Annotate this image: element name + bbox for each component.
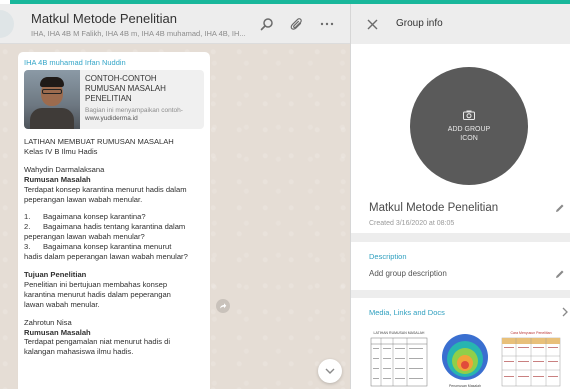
description-label: Description — [369, 252, 407, 261]
add-description-field[interactable]: Add group description — [369, 269, 447, 278]
message-line: hadis dalam peperangan lawan wabah menul… — [24, 252, 188, 262]
message-heading-line: Tujuan Penelitian — [24, 269, 87, 279]
add-group-icon-button[interactable]: ADD GROUP ICON — [410, 67, 528, 185]
message-line: 2. Bagaimana hadis tentang karantina dal… — [24, 222, 186, 232]
message-bubble[interactable]: IHA 4B muhamad Irfan Nuddin CONTOH-CONTO… — [18, 52, 210, 389]
link-preview[interactable]: CONTOH-CONTOH RUMUSAN MASALAH PENELITIAN… — [24, 70, 204, 129]
media-links-docs-label[interactable]: Media, Links and Docs — [369, 308, 445, 317]
group-info-title: Group info — [396, 18, 443, 29]
message-heading-line: Rumusan Masalah — [24, 327, 91, 337]
scroll-down-button[interactable] — [318, 359, 342, 383]
attach-icon[interactable] — [288, 15, 306, 33]
group-created-date: Created 3/16/2020 at 08:05 — [369, 220, 455, 227]
chat-pane: Matkul Metode Penelitian IHA, IHA 4B M F… — [0, 4, 350, 389]
chevron-right-icon[interactable] — [560, 306, 570, 318]
message-line: Kelas IV B Ilmu Hadis — [24, 146, 98, 156]
link-preview-thumbnail — [24, 70, 80, 129]
message-line: Zahrotun Nisa — [24, 317, 72, 327]
camera-icon — [463, 110, 475, 120]
edit-description-pencil-icon[interactable] — [554, 268, 566, 280]
message-heading-line: Rumusan Masalah — [24, 174, 91, 184]
message-line: peperangan lawan wabah menular? — [24, 232, 145, 242]
search-icon[interactable] — [258, 15, 276, 33]
message-line: lawan wabah menular. — [24, 299, 100, 309]
forward-icon[interactable] — [216, 299, 230, 313]
message-line: LATIHAN MEMBUAT RUMUSAN MASALAH — [24, 137, 174, 146]
message-sender[interactable]: IHA 4B muhamad Irfan Nuddin — [24, 58, 204, 67]
message-line: peperangan lawan wabah menular. — [24, 194, 143, 204]
message-spacer — [24, 204, 204, 212]
chat-background: IHA 4B muhamad Irfan Nuddin CONTOH-CONTO… — [0, 44, 350, 389]
message-spacer — [24, 262, 204, 270]
media-thumbnail-table[interactable]: Cara Menyusun Penelitian — [501, 331, 561, 389]
media-diagram-caption: Perumusan Masalah — [448, 384, 482, 388]
message-line: Penelitian ini bertujuan membahas konsep — [24, 279, 168, 289]
chat-header[interactable]: Matkul Metode Penelitian IHA, IHA 4B M F… — [0, 4, 350, 44]
media-card: Media, Links and Docs LATIHAN RUMUSAN MA… — [351, 298, 570, 389]
chat-title[interactable]: Matkul Metode Penelitian — [31, 11, 177, 26]
chat-participants[interactable]: IHA, IHA 4B M Falikh, IHA 4B m, IHA 4B m… — [31, 29, 247, 38]
message-line: karantina menurut hadis dalam peperangan — [24, 289, 171, 299]
message-text: LATIHAN MEMBUAT RUMUSAN MASALAH Kelas IV … — [24, 137, 204, 357]
description-card: Description Add group description — [351, 242, 570, 290]
edit-name-pencil-icon[interactable] — [554, 202, 566, 214]
message-line: Terdapat pengamalan niat menurut hadis d… — [24, 337, 171, 347]
link-preview-url: www.yudiderma.id — [85, 115, 138, 122]
message-spacer — [24, 157, 204, 165]
link-preview-title: CONTOH-CONTOH RUMUSAN MASALAH PENELITIAN — [85, 74, 166, 103]
message-line: 3. Bagaimana konsep karantina menurut — [24, 242, 172, 252]
add-group-icon-label: ADD GROUP ICON — [447, 125, 491, 142]
group-name: Matkul Metode Penelitian — [369, 202, 499, 214]
media-thumbnail-document[interactable]: LATIHAN RUMUSAN MASALAH — [369, 331, 429, 389]
group-info-pane: Group info ADD GROUP ICON Matkul Metode … — [350, 4, 570, 389]
chevron-down-icon — [325, 368, 335, 374]
group-info-header: Group info — [351, 4, 570, 44]
message-line: 1. Bagaimana konsep karantina? — [24, 212, 146, 222]
message-spacer — [24, 310, 204, 318]
link-preview-description: Bagian ini menyampaikan contoh- — [85, 107, 183, 114]
media-thumbnail-diagram[interactable]: Perumusan Masalah — [435, 331, 495, 389]
message-line: kalangan mahasiswa ilmu hadis. — [24, 347, 134, 357]
group-avatar[interactable] — [0, 10, 14, 38]
group-profile-card: ADD GROUP ICON Matkul Metode Penelitian … — [351, 44, 570, 233]
menu-icon[interactable] — [318, 15, 336, 33]
whatsapp-web-window: Matkul Metode Penelitian IHA, IHA 4B M F… — [0, 0, 570, 389]
message-line: Wahydin Darmalaksana — [24, 164, 105, 174]
message-line: Terdapat konsep karantina menurut hadis … — [24, 184, 187, 194]
close-icon[interactable] — [364, 16, 380, 32]
